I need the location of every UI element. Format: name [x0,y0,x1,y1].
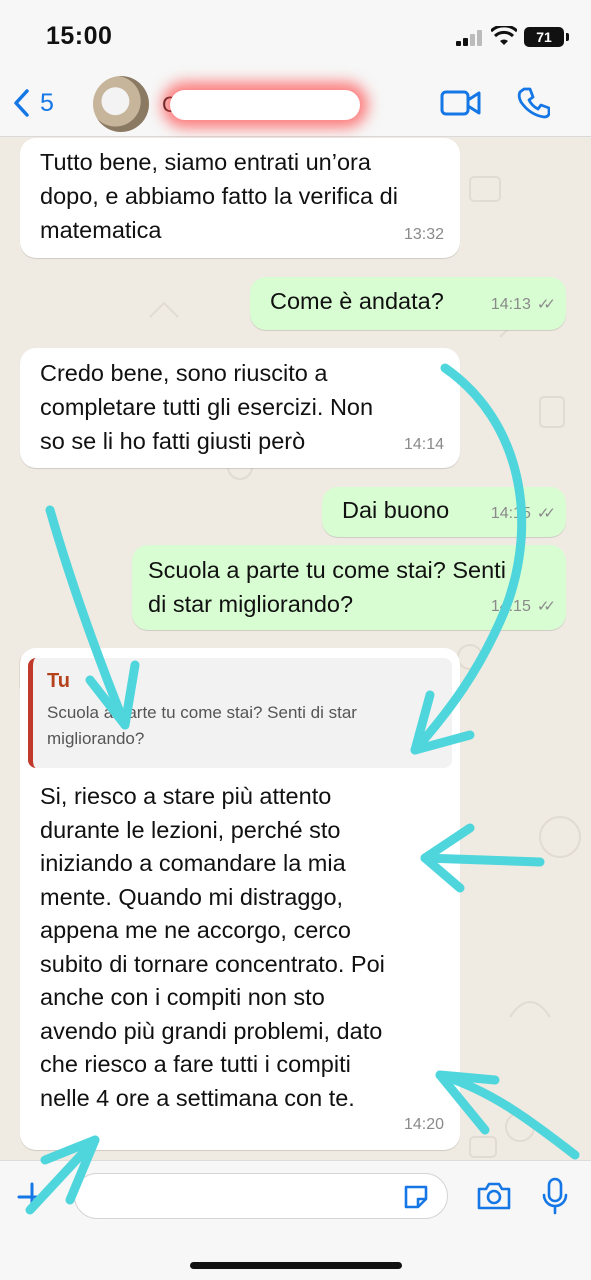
message-outgoing[interactable]: Come è andata? 14:13 ✓✓ [250,277,566,330]
message-text: Scuola a parte tu come stai? Senti [148,557,506,583]
message-text: subito di tornare concentrato. Poi [40,950,385,977]
sticker-icon[interactable] [402,1183,430,1211]
chevron-left-icon [14,89,29,117]
back-button[interactable]: 5 [12,88,54,118]
redacted-contact-name [170,90,360,120]
message-time: 14:15 [490,505,531,522]
message-text: dopo, e abbiamo fatto la verifica di [40,183,398,209]
message-text: nelle 4 ore a settimana con te. [40,1084,355,1111]
message-text: che riesco a fare tutti i compiti [40,1051,351,1077]
message-text: avendo più grandi problemi, dato [40,1017,383,1044]
status-time: 15:00 [46,22,113,50]
message-text: durante le lezioni, perché sto [40,816,341,843]
message-incoming-reply[interactable]: Tu Scuola a parte tu come stai? Senti di… [20,648,460,1150]
message-text: di star migliorando? [148,591,354,617]
message-text: mente. Quando mi distraggo, [40,883,344,910]
message-text: Come è andata? [270,288,444,314]
message-text: so se li ho fatti giusti però [40,428,306,454]
video-icon[interactable] [440,88,482,118]
quote-text: migliorando? [47,729,145,748]
status-bar: 15:00 71 [0,0,591,70]
message-text: completare tutti gli esercizi. Non [40,394,374,420]
read-receipt-icon: ✓✓ [536,296,556,313]
avatar[interactable] [93,76,149,132]
signal-icon [456,30,482,46]
quote-author: Tu [47,670,70,692]
message-time: 14:13 [490,296,531,313]
message-time: 14:20 [403,1116,444,1133]
message-text: Dai buono [342,497,450,523]
phone-icon[interactable] [516,86,550,120]
plus-icon[interactable] [16,1181,48,1213]
mic-icon[interactable] [542,1177,568,1215]
wifi-icon [491,26,517,45]
chat-header: 5 C [0,70,591,137]
message-outgoing[interactable]: Dai buono 14:15 ✓✓ [322,487,566,537]
message-text: anche con i compiti non sto [40,984,325,1010]
read-receipt-icon: ✓✓ [536,598,556,615]
message-time: 14:14 [403,436,444,453]
message-outgoing[interactable]: Scuola a parte tu come stai? Senti di st… [132,545,566,630]
message-text: Credo bene, sono riuscito a [40,360,328,386]
quoted-message[interactable]: Tu Scuola a parte tu come stai? Senti di… [28,658,452,768]
message-text: matematica [40,217,162,243]
message-text: iniziando a comandare la mia [40,850,346,876]
message-text: appena me ne accorgo, cerco [40,917,351,943]
read-receipt-icon: ✓✓ [536,505,556,522]
message-time: 14:15 [490,598,531,615]
message-time: 13:32 [403,226,444,243]
message-incoming[interactable]: Credo bene, sono riuscito a completare t… [20,348,460,468]
battery-indicator: 71 [524,27,569,47]
message-text: Tutto bene, siamo entrati un’ora [40,149,371,175]
message-text: Si, riesco a stare più attento [40,783,332,809]
message-incoming[interactable]: Tutto bene, siamo entrati un’ora dopo, e… [20,138,460,258]
quote-text: Scuola a parte tu come stai? Senti di st… [47,703,357,722]
camera-icon[interactable] [476,1181,512,1211]
unread-count: 5 [40,88,54,117]
message-input[interactable] [74,1173,448,1219]
home-indicator [190,1262,402,1269]
